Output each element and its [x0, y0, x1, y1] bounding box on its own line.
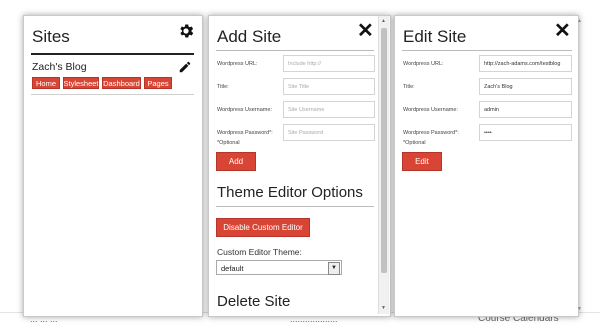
pencil-icon[interactable]: [178, 60, 192, 74]
add-url-label: Wordpress URL:: [217, 61, 258, 67]
custom-editor-theme-value: default: [221, 264, 244, 273]
edit-title-label: Title:: [403, 84, 415, 90]
edit-button[interactable]: Edit: [402, 152, 442, 171]
add-title-input[interactable]: [283, 78, 375, 95]
site-name[interactable]: Zach's Blog: [32, 61, 87, 73]
add-site-panel: Add Site ✕ Wordpress URL: Title: Wordpre…: [208, 15, 391, 317]
custom-editor-theme-select[interactable]: default ▼: [216, 260, 342, 275]
edit-username-input[interactable]: [479, 101, 572, 118]
close-icon[interactable]: ✕: [554, 21, 571, 41]
edit-password-label: Wordpress Password*:: [403, 130, 459, 136]
gear-icon[interactable]: [177, 22, 195, 40]
site-home-button[interactable]: Home: [32, 77, 60, 89]
edit-scroll-up-icon[interactable]: ▲: [577, 18, 582, 24]
edit-optional-note: *Optional: [403, 140, 426, 146]
add-site-scrollbar[interactable]: ▲ ▼: [378, 16, 389, 314]
edit-password-input[interactable]: [479, 124, 572, 141]
chevron-down-icon: ▼: [328, 262, 340, 275]
custom-editor-theme-label: Custom Editor Theme:: [217, 247, 302, 257]
close-icon[interactable]: ✕: [357, 21, 374, 41]
sites-panel: Sites Zach's Blog Home Stylesheet Dashbo…: [23, 15, 203, 317]
add-site-title-rule: [216, 50, 374, 51]
site-dashboard-button[interactable]: Dashboard: [102, 77, 141, 89]
edit-url-label: Wordpress URL:: [403, 61, 444, 67]
edit-title-input[interactable]: [479, 78, 572, 95]
edit-site-panel: Edit Site ✕ Wordpress URL: Title: Wordpr…: [394, 15, 579, 317]
scroll-down-icon[interactable]: ▼: [381, 305, 386, 311]
site-stylesheet-button[interactable]: Stylesheet: [63, 77, 99, 89]
scroll-thumb[interactable]: [381, 28, 387, 273]
site-pages-button[interactable]: Pages: [144, 77, 172, 89]
theme-editor-rule: [216, 206, 374, 207]
edit-site-title: Edit Site: [403, 27, 467, 46]
disable-custom-editor-button[interactable]: Disable Custom Editor: [216, 218, 310, 237]
edit-scroll-down-icon[interactable]: ▼: [577, 306, 582, 312]
sites-title-rule: [31, 53, 194, 55]
add-username-input[interactable]: [283, 101, 375, 118]
scroll-up-icon[interactable]: ▲: [381, 18, 386, 24]
edit-username-label: Wordpress Username:: [403, 107, 458, 113]
sites-title: Sites: [32, 27, 70, 46]
edit-url-input[interactable]: [479, 55, 572, 72]
add-url-input[interactable]: [283, 55, 375, 72]
theme-editor-title: Theme Editor Options: [217, 184, 363, 201]
add-site-title: Add Site: [217, 27, 282, 46]
add-password-label: Wordpress Password*:: [217, 130, 273, 136]
add-password-input[interactable]: [283, 124, 375, 141]
add-title-label: Title:: [217, 84, 229, 90]
add-button[interactable]: Add: [216, 152, 256, 171]
edit-site-title-rule: [402, 50, 572, 51]
delete-site-title: Delete Site: [217, 293, 291, 310]
add-username-label: Wordpress Username:: [217, 107, 272, 113]
site-row-divider: [31, 94, 194, 95]
add-optional-note: *Optional: [217, 140, 240, 146]
